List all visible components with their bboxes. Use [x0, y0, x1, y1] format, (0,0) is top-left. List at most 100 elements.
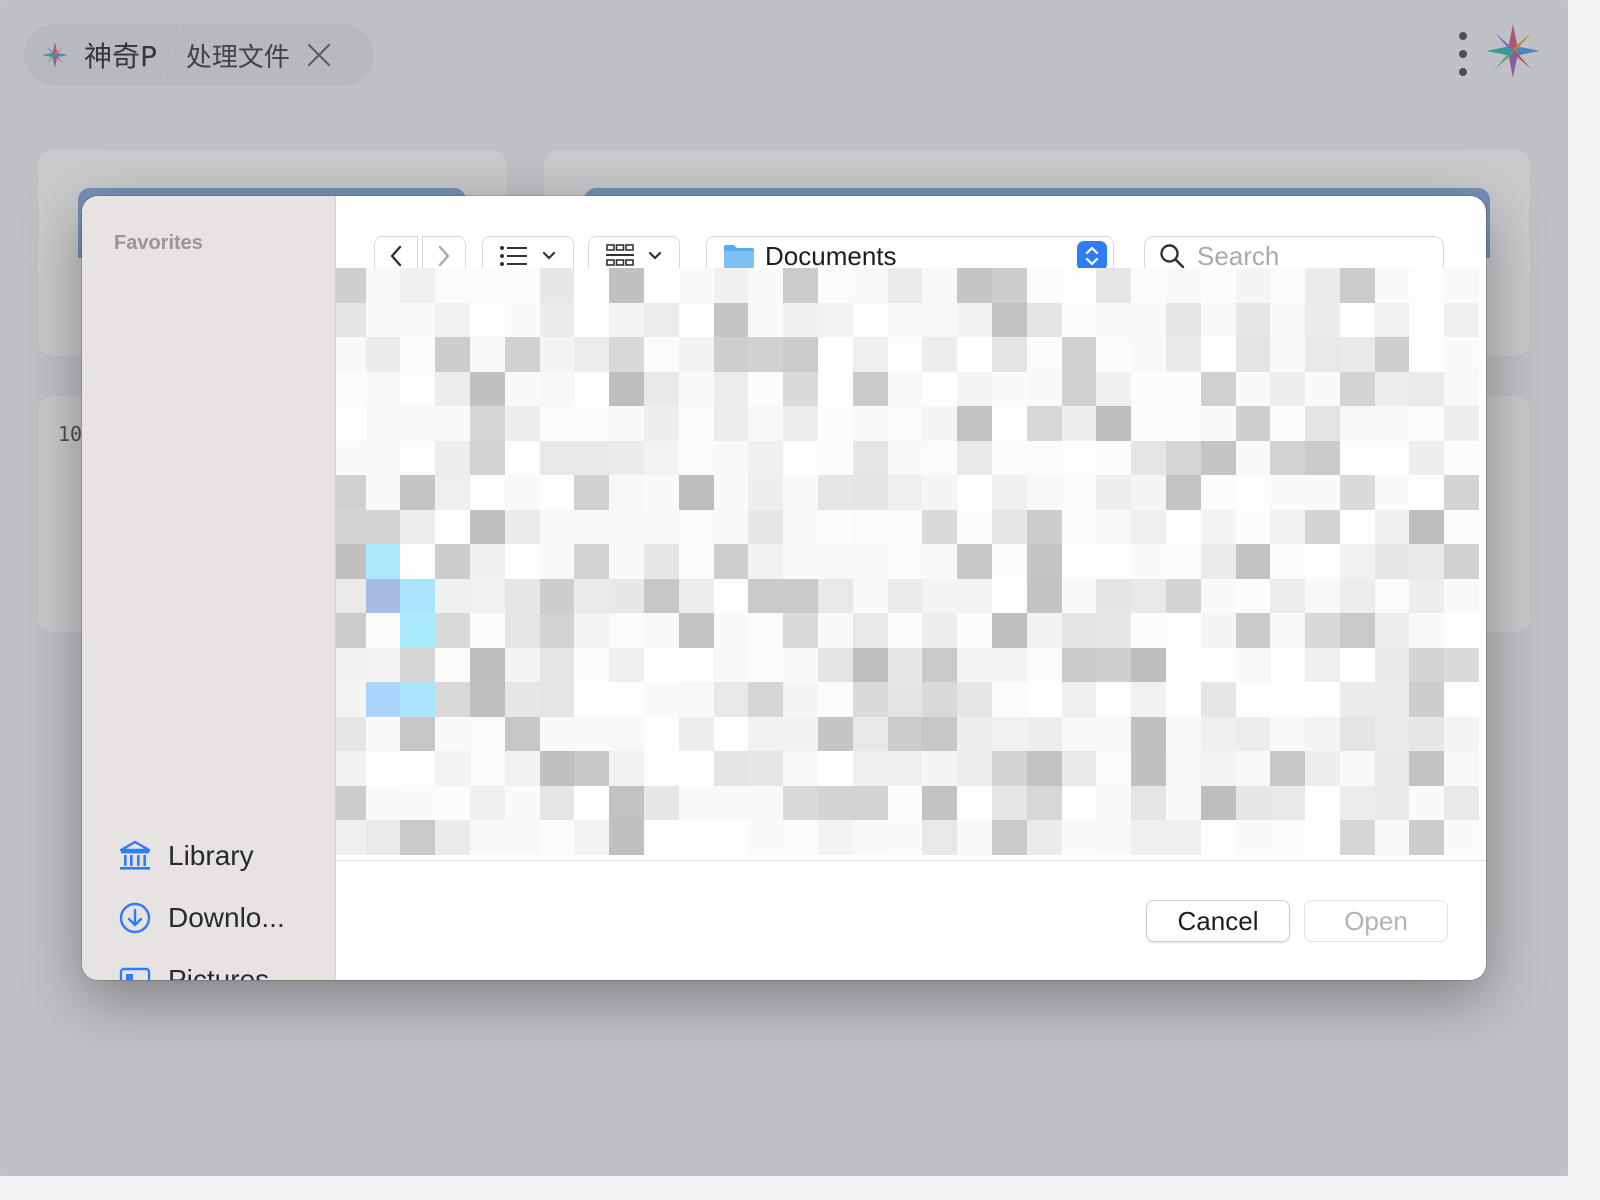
- pixel-block: [469, 613, 505, 648]
- search-input[interactable]: [1197, 240, 1427, 272]
- pixel-block: [574, 475, 610, 510]
- pixel-block: [852, 475, 888, 510]
- pixel-block: [1270, 406, 1306, 441]
- pixel-block: [400, 751, 436, 786]
- pixel-block: [435, 337, 470, 372]
- pixel-block: [539, 820, 575, 855]
- pixel-block: [609, 475, 644, 510]
- pixel-block: [922, 268, 958, 303]
- pixel-block: [1096, 406, 1132, 441]
- pixel-block: [574, 647, 610, 682]
- pixel-block: [887, 820, 923, 855]
- pixel-block: [539, 268, 575, 303]
- pixel-block: [609, 406, 644, 441]
- pixel-block: [922, 578, 958, 613]
- pixel-block: [1374, 544, 1410, 579]
- cancel-button[interactable]: Cancel: [1146, 900, 1290, 942]
- pixel-block: [713, 440, 749, 475]
- pixel-block: [469, 440, 505, 475]
- pixel-block: [1235, 475, 1271, 510]
- pixel-block: [1305, 578, 1340, 613]
- pixel-block: [817, 268, 853, 303]
- pixel-block: [365, 578, 401, 613]
- chevron-down-icon: [648, 251, 662, 260]
- pixel-block: [1061, 716, 1097, 751]
- folder-icon: [724, 245, 754, 268]
- pixel-block: [1339, 475, 1375, 510]
- pixel-block: [400, 268, 436, 303]
- pixel-block: [852, 682, 888, 717]
- pixel-block: [1374, 613, 1410, 648]
- pixel-block: [1235, 820, 1271, 855]
- pixel-block: [713, 337, 749, 372]
- pixel-block: [469, 682, 505, 717]
- pixel-block: [1374, 302, 1410, 337]
- pixelated-content: [336, 268, 1480, 855]
- pixel-block: [539, 371, 575, 406]
- pixel-block: [1131, 647, 1166, 682]
- pixel-block: [957, 613, 992, 648]
- pixel-block: [1026, 716, 1062, 751]
- pixel-block: [365, 820, 401, 855]
- sidebar-item-downloads[interactable]: Downlo...: [118, 898, 285, 938]
- pixel-block: [783, 613, 818, 648]
- pixel-block: [713, 613, 749, 648]
- pixel-block: [1270, 371, 1306, 406]
- pixel-block: [852, 509, 888, 544]
- pixel-block: [713, 509, 749, 544]
- pixel-block: [1409, 440, 1445, 475]
- pixel-block: [1026, 406, 1062, 441]
- downloads-icon: [119, 902, 151, 934]
- pixel-block: [1200, 371, 1236, 406]
- pixel-block: [539, 647, 575, 682]
- pixel-block: [336, 509, 366, 544]
- pixel-block: [400, 647, 436, 682]
- pixel-block: [1374, 509, 1410, 544]
- pixel-block: [1374, 475, 1410, 510]
- pixel-block: [365, 716, 401, 751]
- pixel-block: [574, 613, 610, 648]
- pixel-block: [574, 268, 610, 303]
- pixel-block: [1026, 578, 1062, 613]
- pixel-block: [643, 613, 679, 648]
- pixel-block: [713, 268, 749, 303]
- pixel-block: [817, 406, 853, 441]
- pixel-block: [991, 613, 1027, 648]
- pixel-block: [1270, 820, 1306, 855]
- sidebar-item-pictures[interactable]: Pictures: [118, 960, 269, 980]
- pixel-block: [574, 337, 610, 372]
- pixel-block: [1026, 820, 1062, 855]
- file-list-pixelated[interactable]: [336, 268, 1486, 858]
- pictures-icon: [119, 967, 151, 980]
- pixel-block: [957, 544, 992, 579]
- pixel-block: [336, 751, 366, 786]
- pixel-block: [400, 785, 436, 820]
- pixel-block: [678, 406, 714, 441]
- pixel-block: [1061, 682, 1097, 717]
- pixel-block: [1026, 613, 1062, 648]
- pixel-block: [957, 785, 992, 820]
- pixel-block: [922, 544, 958, 579]
- pixel-block: [1235, 544, 1271, 579]
- pixel-block: [1165, 509, 1201, 544]
- pixel-block: [504, 682, 540, 717]
- pixel-block: [609, 751, 644, 786]
- pixel-block: [469, 475, 505, 510]
- pixel-block: [957, 475, 992, 510]
- pixel-block: [1444, 371, 1480, 406]
- pixel-block: [1026, 268, 1062, 303]
- pixel-block: [817, 337, 853, 372]
- open-button[interactable]: Open: [1304, 900, 1448, 942]
- pixel-block: [748, 509, 784, 544]
- pixel-block: [1339, 337, 1375, 372]
- pixel-block: [1200, 716, 1236, 751]
- pixel-block: [504, 268, 540, 303]
- pixel-block: [817, 785, 853, 820]
- sidebar-item-library[interactable]: Library: [118, 836, 254, 876]
- pixel-block: [678, 751, 714, 786]
- pixel-block: [1339, 613, 1375, 648]
- pixel-block: [609, 785, 644, 820]
- pixel-block: [1374, 820, 1410, 855]
- pixel-block: [783, 371, 818, 406]
- pixel-block: [783, 716, 818, 751]
